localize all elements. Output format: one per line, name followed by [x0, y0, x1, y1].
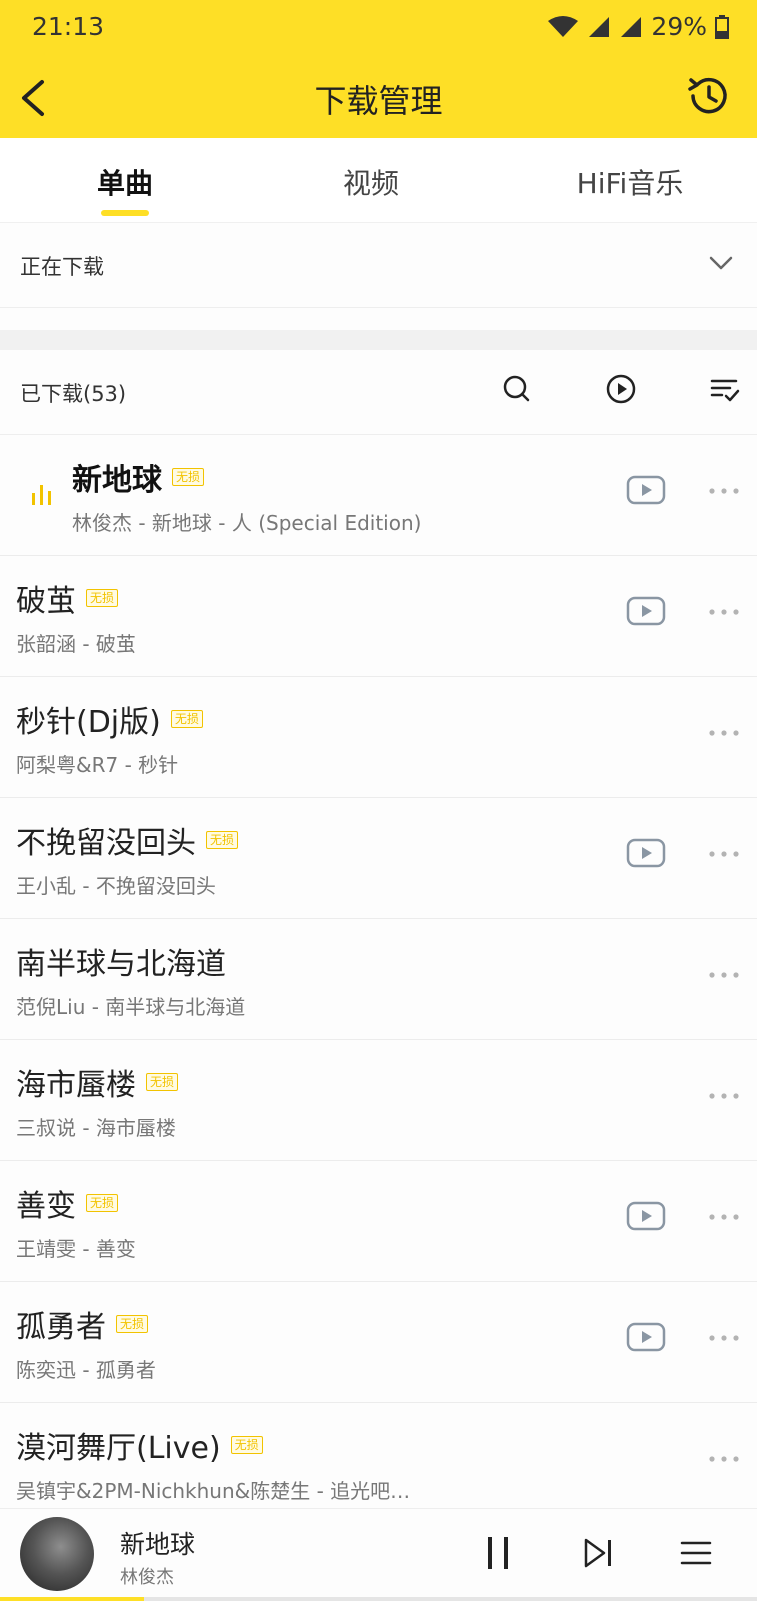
- downloading-label: 正在下载: [20, 255, 104, 279]
- song-row[interactable]: 破茧 无损张韶涵 - 破茧: [0, 556, 757, 677]
- song-title-line: 南半球与北海道: [16, 939, 226, 983]
- song-subtitle: 三叔说 - 海市蜃楼: [16, 1116, 176, 1140]
- lossless-badge: 无损: [86, 589, 119, 607]
- song-title: 秒针(Dj版): [16, 705, 161, 740]
- more-icon[interactable]: [708, 1213, 740, 1221]
- song-subtitle: 张韶涵 - 破茧: [16, 632, 136, 656]
- song-row[interactable]: 新地球 无损林俊杰 - 新地球 - 人 (Special Edition): [0, 435, 757, 556]
- battery-text: 29%: [651, 12, 707, 41]
- more-icon[interactable]: [708, 729, 740, 737]
- tab-videos[interactable]: 视频: [331, 162, 411, 202]
- song-title-line: 善变 无损: [16, 1181, 119, 1225]
- song-row[interactable]: 不挽留没回头 无损王小乱 - 不挽留没回头: [0, 798, 757, 919]
- playback-progress-fill: [0, 1597, 144, 1601]
- now-playing-bars-icon: [32, 485, 51, 505]
- song-title-line: 海市蜃楼 无损: [16, 1060, 179, 1104]
- more-icon[interactable]: [708, 487, 740, 495]
- mv-icon[interactable]: [626, 1322, 666, 1352]
- song-title-line: 秒针(Dj版) 无损: [16, 697, 203, 741]
- tab-hifi[interactable]: HiFi音乐: [560, 162, 700, 202]
- song-row[interactable]: 孤勇者 无损陈奕迅 - 孤勇者: [0, 1282, 757, 1403]
- lossless-badge: 无损: [86, 1194, 119, 1212]
- page-title: 下载管理: [314, 82, 443, 120]
- nav-bar: 下载管理: [0, 56, 757, 138]
- mv-icon[interactable]: [626, 596, 666, 626]
- song-title-line: 孤勇者 无损: [16, 1302, 149, 1346]
- more-icon[interactable]: [708, 608, 740, 616]
- lossless-badge: 无损: [116, 1315, 149, 1333]
- status-icons: 29%: [547, 12, 729, 41]
- song-subtitle: 林俊杰 - 新地球 - 人 (Special Edition): [72, 511, 422, 535]
- lossless-badge: 无损: [172, 468, 205, 486]
- now-playing-artist: 林俊杰: [120, 1567, 174, 1588]
- lossless-badge: 无损: [170, 710, 203, 728]
- song-title: 孤勇者: [16, 1310, 106, 1345]
- playlist-icon[interactable]: [680, 1539, 712, 1567]
- section-divider: [0, 330, 757, 350]
- search-icon[interactable]: [500, 372, 534, 406]
- wifi-icon: [548, 15, 579, 37]
- battery-icon: [715, 14, 729, 39]
- tab-singles[interactable]: 单曲: [85, 162, 165, 202]
- song-list: 新地球 无损 林俊杰 - 新地球 - 人 (Special Edition) 破茧 无损…: [0, 435, 757, 1524]
- song-title-line: 漠河舞厅(Live) 无损: [16, 1423, 263, 1467]
- playback-progress: [0, 1597, 757, 1601]
- song-subtitle: 王靖雯 - 善变: [16, 1237, 136, 1261]
- next-track-icon[interactable]: [582, 1537, 614, 1569]
- song-title: 不挽留没回头: [16, 826, 196, 861]
- song-subtitle: 王小乱 - 不挽留没回头: [16, 874, 216, 898]
- song-title: 漠河舞厅(Live): [16, 1431, 221, 1466]
- play-all-icon[interactable]: [604, 372, 638, 406]
- history-icon[interactable]: [683, 72, 731, 120]
- downloading-section[interactable]: 正在下载: [0, 222, 757, 308]
- song-row[interactable]: 漠河舞厅(Live) 无损吴镇宇&2PM-Nichkhun&陈楚生 - 追光吧…: [0, 1403, 757, 1524]
- active-tab-indicator: [101, 210, 149, 216]
- song-row[interactable]: 秒针(Dj版) 无损阿梨粤&R7 - 秒针: [0, 677, 757, 798]
- more-icon[interactable]: [708, 971, 740, 979]
- album-cover[interactable]: [20, 1517, 94, 1591]
- status-bar: 21:13 29%: [0, 0, 757, 56]
- more-icon[interactable]: [708, 1455, 740, 1463]
- song-title: 善变: [16, 1189, 76, 1224]
- song-title: 新地球: [72, 463, 162, 498]
- lossless-badge: 无损: [230, 1436, 263, 1454]
- downloaded-count-label: 已下载(53): [20, 382, 127, 406]
- song-title: 南半球与北海道: [16, 947, 226, 982]
- song-subtitle: 范倪Liu - 南半球与北海道: [16, 995, 246, 1019]
- batch-manage-icon[interactable]: [708, 372, 742, 406]
- lossless-badge: 无损: [206, 831, 239, 849]
- song-title: 海市蜃楼: [16, 1068, 136, 1103]
- song-title-line: 不挽留没回头 无损: [16, 818, 239, 862]
- signal-icon-2: [621, 16, 642, 37]
- mini-player[interactable]: 新地球 林俊杰: [0, 1508, 757, 1601]
- song-title: 破茧: [16, 584, 76, 619]
- more-icon[interactable]: [708, 850, 740, 858]
- more-icon[interactable]: [708, 1092, 740, 1100]
- pause-icon[interactable]: [484, 1535, 512, 1571]
- song-subtitle: 阿梨粤&R7 - 秒针: [16, 753, 179, 777]
- song-subtitle: 吴镇宇&2PM-Nichkhun&陈楚生 - 追光吧…: [16, 1479, 411, 1503]
- song-title-line: 破茧 无损: [16, 576, 119, 620]
- song-row[interactable]: 善变 无损王靖雯 - 善变: [0, 1161, 757, 1282]
- chevron-down-icon[interactable]: [707, 249, 735, 277]
- mv-icon[interactable]: [626, 838, 666, 868]
- status-time: 21:13: [32, 12, 105, 41]
- mv-icon[interactable]: [626, 475, 666, 505]
- now-playing-title: 新地球: [120, 1530, 196, 1559]
- more-icon[interactable]: [708, 1334, 740, 1342]
- lossless-badge: 无损: [146, 1073, 179, 1091]
- song-row[interactable]: 海市蜃楼 无损三叔说 - 海市蜃楼: [0, 1040, 757, 1161]
- song-title-line: 新地球 无损: [72, 455, 205, 499]
- song-subtitle: 陈奕迅 - 孤勇者: [16, 1358, 156, 1382]
- signal-icon: [589, 16, 610, 37]
- mv-icon[interactable]: [626, 1201, 666, 1231]
- song-row[interactable]: 南半球与北海道范倪Liu - 南半球与北海道: [0, 919, 757, 1040]
- downloaded-header: 已下载(53): [0, 350, 757, 435]
